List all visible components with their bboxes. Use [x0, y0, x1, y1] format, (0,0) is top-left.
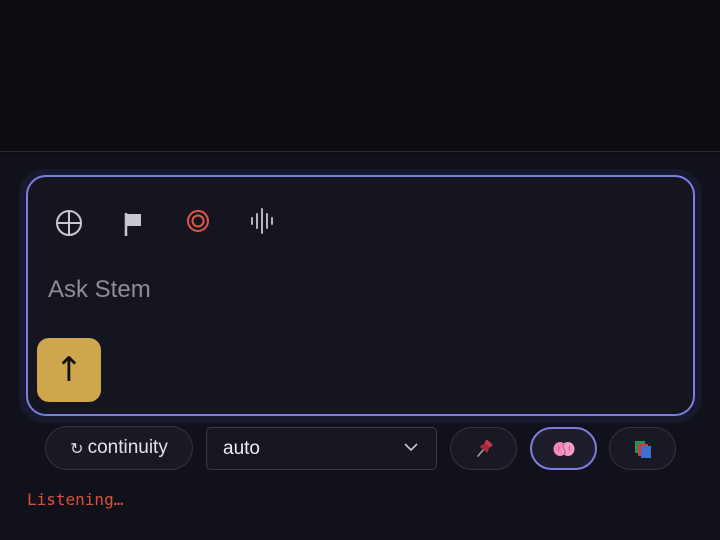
brain-icon [553, 441, 574, 456]
record-icon[interactable] [182, 205, 214, 237]
layers-icon [634, 440, 651, 458]
mode-select[interactable]: auto [206, 427, 437, 470]
status-text: Listening… [27, 490, 124, 509]
layers-button[interactable] [609, 427, 676, 470]
refresh-icon: ↻ [70, 438, 84, 458]
chevron-down-icon [404, 443, 418, 452]
continuity-button[interactable]: ↻ continuity [45, 426, 193, 470]
crosshair-icon[interactable] [53, 207, 85, 239]
send-button[interactable]: ↑ [37, 338, 101, 402]
mode-select-value: auto [223, 437, 260, 459]
continuity-label: continuity [87, 437, 168, 458]
conversation-area [0, 0, 720, 152]
brain-button[interactable] [530, 427, 597, 470]
pin-icon [476, 439, 492, 457]
prompt-input[interactable] [48, 268, 668, 312]
flag-icon[interactable] [117, 208, 149, 240]
waveform-icon[interactable] [246, 205, 278, 237]
pin-button[interactable] [450, 427, 517, 470]
